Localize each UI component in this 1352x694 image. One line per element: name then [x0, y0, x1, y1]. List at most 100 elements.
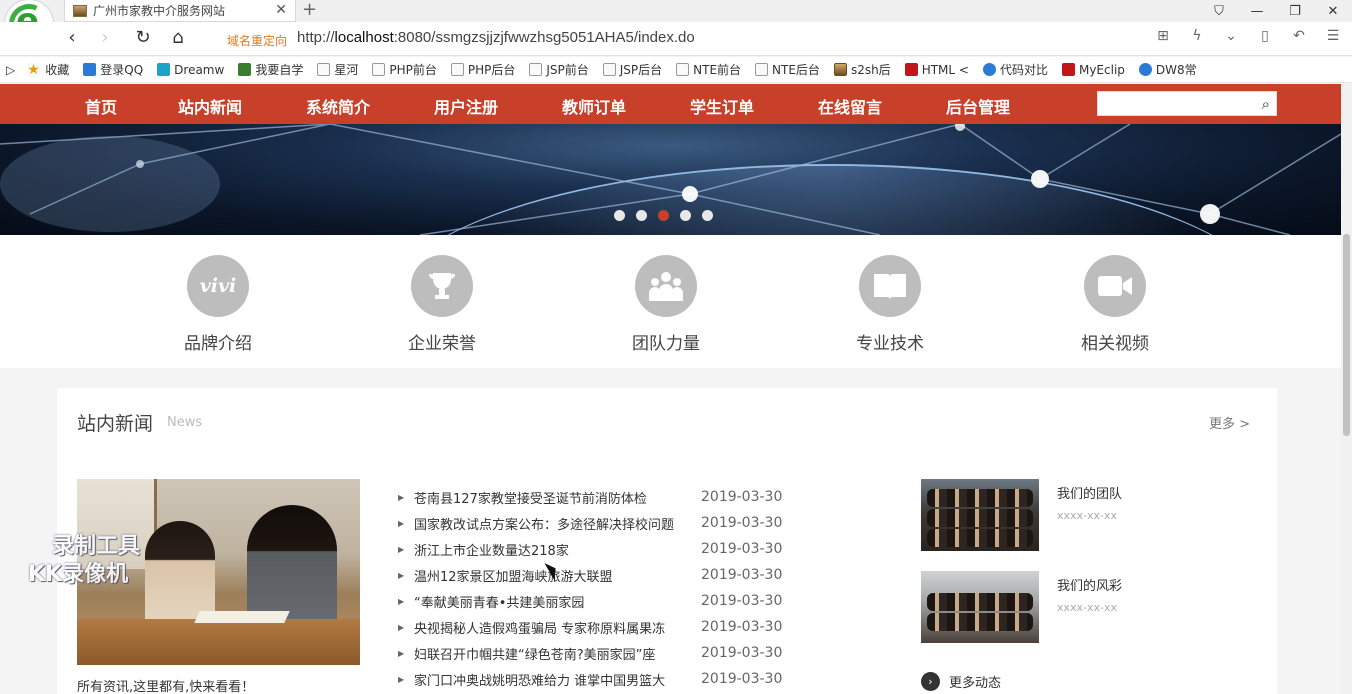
vivi-icon: vivi — [187, 255, 249, 317]
bookmark-item[interactable]: HTML < — [904, 63, 969, 77]
bookmark-item[interactable]: ★ 收藏 — [27, 61, 69, 78]
forward-icon[interactable]: › — [93, 26, 117, 50]
qq-icon — [83, 63, 97, 76]
carousel-dot[interactable] — [702, 210, 713, 221]
url-field[interactable]: http://localhost:8080/ssmgzsjjzjfwwzhsg5… — [297, 29, 695, 46]
list-item[interactable]: ▶ 浙江上市企业数量达218家 2019-03-30 — [398, 536, 798, 562]
paw-icon — [1138, 63, 1152, 76]
bookmark-item[interactable]: 代码对比 — [982, 61, 1048, 78]
bookmark-item[interactable]: 星河 — [317, 61, 358, 78]
page-icon — [529, 63, 543, 76]
restore-icon[interactable]: ❐ — [1276, 0, 1314, 22]
url-host: localhost — [334, 29, 394, 46]
undo-icon[interactable]: ↶ — [1288, 28, 1310, 44]
grid-icon[interactable]: ⊞ — [1152, 28, 1174, 44]
list-item[interactable]: ▶ 妇联召开巾帼共建“绿色苍南?美丽家园”座 2019-03-30 — [398, 640, 798, 666]
nav-about[interactable]: 系统简介 — [306, 94, 370, 118]
site-favicon-icon — [73, 4, 87, 17]
page-icon — [755, 63, 769, 76]
side-news-item[interactable]: 我们的团队 xxxx-xx-xx — [921, 479, 1221, 551]
more-dynamic-link[interactable]: › 更多动态 — [921, 672, 1001, 691]
feature-row: vivi 品牌介绍 企业荣誉 团队力量 专业技术 相关视频 — [0, 235, 1341, 368]
close-window-icon[interactable]: ✕ — [1314, 0, 1352, 22]
bullet-arrow-icon: ▶ — [398, 674, 405, 684]
browser-tab[interactable]: 广州市家教中介服务网站 ✕ — [64, 0, 296, 22]
news-section: 站内新闻 News 更多 > 所有资讯,这里都有,快来看看！ ▶ 苍南县127家教… — [57, 388, 1277, 694]
nav-teacher-orders[interactable]: 教师订单 — [562, 94, 626, 118]
bookmark-item[interactable]: DW8常 — [1138, 61, 1197, 78]
bookmark-item[interactable]: s2sh后 — [833, 61, 891, 78]
carousel-dot-active[interactable] — [658, 210, 669, 221]
news-more-link[interactable]: 更多 > — [1209, 413, 1250, 432]
list-item[interactable]: ▶ 央视揭秘人造假鸡蛋骗局 专家称原料属果冻 2019-03-30 — [398, 614, 798, 640]
bookmark-item[interactable]: PHP前台 — [372, 61, 437, 78]
feature-label: 专业技术 — [856, 334, 924, 354]
book-icon — [859, 255, 921, 317]
chevron-right-icon: › — [921, 672, 940, 691]
site-search-input[interactable] — [1098, 92, 1248, 115]
nav-home[interactable]: 首页 — [85, 94, 117, 118]
feature-label: 企业荣誉 — [408, 334, 476, 354]
shirt-skin-icon[interactable]: ⛉ — [1200, 0, 1238, 22]
news-feature-caption[interactable]: 所有资讯,这里都有,快来看看！ — [77, 676, 254, 694]
feature-team[interactable]: 团队力量 — [596, 255, 736, 354]
side-news-item[interactable]: 我们的风彩 xxxx-xx-xx — [921, 571, 1221, 643]
list-item[interactable]: ▶ 苍南县127家教堂接受圣诞节前消防体检 2019-03-30 — [398, 484, 798, 510]
bookmark-item[interactable]: JSP前台 — [529, 61, 589, 78]
minimize-icon[interactable]: — — [1238, 0, 1276, 22]
domain-redirect-label[interactable]: 域名重定向 — [227, 32, 287, 49]
site-icon — [238, 63, 252, 76]
bookmark-item[interactable]: NTE后台 — [755, 61, 820, 78]
team-photo-thumbnail — [921, 479, 1039, 551]
dreamweaver-icon — [157, 63, 171, 76]
page-icon — [676, 63, 690, 76]
back-icon[interactable]: ‹ — [60, 26, 84, 50]
lightning-icon[interactable]: ϟ — [1186, 28, 1208, 44]
new-tab-icon[interactable]: + — [302, 0, 317, 20]
bookmark-item[interactable]: NTE前台 — [676, 61, 741, 78]
nav-student-orders[interactable]: 学生订单 — [690, 94, 754, 118]
bookmark-item[interactable]: JSP后台 — [602, 61, 662, 78]
address-tools: ⊞ ϟ ⌄ ▯ ↶ ☰ — [1152, 28, 1344, 44]
list-item[interactable]: ▶ “奉献美丽青春•共建美丽家园 2019-03-30 — [398, 588, 798, 614]
tab-close-icon[interactable]: ✕ — [275, 2, 287, 18]
list-item[interactable]: ▶ 国家教改试点方案公布：多途径解决择校问题 2019-03-30 — [398, 510, 798, 536]
nav-admin[interactable]: 后台管理 — [946, 94, 1010, 118]
bullet-arrow-icon: ▶ — [398, 544, 405, 554]
nav-news[interactable]: 站内新闻 — [178, 94, 242, 118]
list-item[interactable]: ▶ 家门口冲奥战姚明恐难给力 谁掌中国男篮大 2019-03-30 — [398, 666, 798, 692]
trophy-icon — [411, 255, 473, 317]
list-item[interactable]: ▶ 温州12家景区加盟海峡旅游大联盟 2019-03-30 — [398, 562, 798, 588]
nav-messages[interactable]: 在线留言 — [818, 94, 882, 118]
search-icon[interactable]: ⌕ — [1262, 95, 1270, 113]
bookmark-item[interactable]: MyEclip — [1061, 63, 1125, 77]
bookmark-item[interactable]: 登录QQ — [83, 61, 143, 78]
side-news-title: 我们的团队 — [1057, 487, 1123, 502]
bookmark-item[interactable]: PHP后台 — [450, 61, 515, 78]
home-icon[interactable]: ⌂ — [166, 26, 190, 50]
feature-brand[interactable]: vivi 品牌介绍 — [148, 255, 288, 354]
nav-register[interactable]: 用户注册 — [434, 94, 498, 118]
carousel-dot[interactable] — [636, 210, 647, 221]
menu-icon[interactable]: ☰ — [1322, 28, 1344, 44]
carousel-dot[interactable] — [614, 210, 625, 221]
compare-icon — [982, 63, 996, 76]
feature-label: 品牌介绍 — [184, 334, 252, 354]
page-icon — [602, 63, 616, 76]
news-section-title: 站内新闻 — [77, 413, 154, 435]
video-camera-icon — [1084, 255, 1146, 317]
image-icon — [833, 63, 847, 76]
feature-tech[interactable]: 专业技术 — [820, 255, 960, 354]
scrollbar-thumb[interactable] — [1343, 234, 1350, 436]
bookmark-item[interactable]: Dreamw — [157, 63, 224, 77]
site-nav: 首页 站内新闻 系统简介 用户注册 教师订单 学生订单 在线留言 后台管理 ⌕ — [0, 84, 1341, 124]
feature-video[interactable]: 相关视频 — [1045, 255, 1185, 354]
bookmark-item[interactable]: 我要自学 — [238, 61, 303, 78]
sidebar-toggle-icon[interactable]: ▷ — [6, 63, 15, 77]
page-scrollbar[interactable] — [1341, 84, 1352, 694]
dropdown-icon[interactable]: ⌄ — [1220, 28, 1242, 44]
refresh-icon[interactable]: ↻ — [131, 26, 155, 50]
feature-honor[interactable]: 企业荣誉 — [372, 255, 512, 354]
carousel-dot[interactable] — [680, 210, 691, 221]
bookmark-icon[interactable]: ▯ — [1254, 28, 1276, 44]
